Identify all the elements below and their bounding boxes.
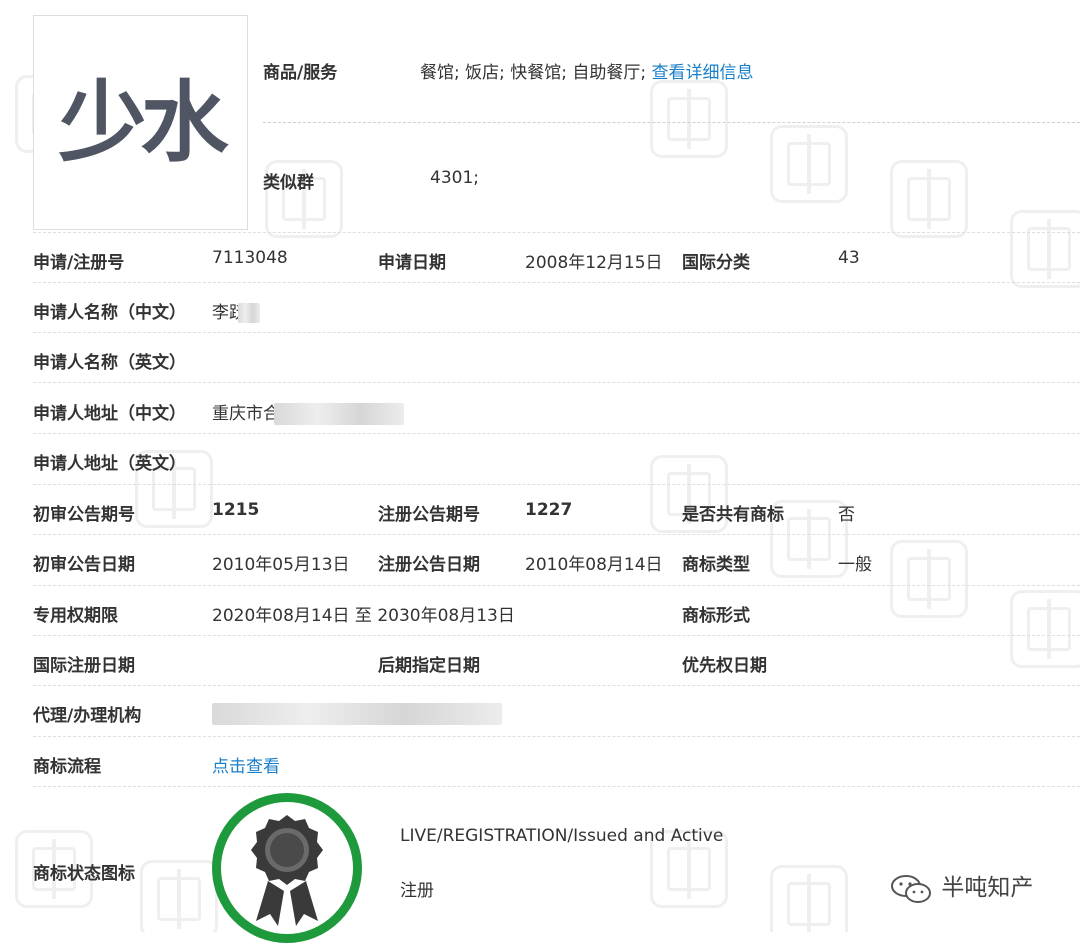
divider bbox=[33, 736, 1080, 737]
intl-class-value: 43 bbox=[838, 248, 860, 268]
trademark-detail: 少水 商品/服务 餐馆; 饭店; 快餐馆; 自助餐厅; 查看详细信息 类似群 4… bbox=[0, 0, 1080, 943]
address-cn-text: 重庆市合 bbox=[212, 404, 280, 424]
agency-label: 代理/办理机构 bbox=[33, 706, 142, 726]
redacted-blur bbox=[212, 703, 502, 725]
type-label: 商标类型 bbox=[682, 555, 750, 575]
similar-group-value: 4301; bbox=[430, 168, 479, 188]
reg-pub-no-label: 注册公告期号 bbox=[378, 505, 480, 525]
divider bbox=[33, 635, 1080, 636]
shared-value: 否 bbox=[838, 505, 855, 525]
priority-date-label: 优先权日期 bbox=[682, 656, 767, 676]
shared-label: 是否共有商标 bbox=[682, 505, 784, 525]
registered-badge-icon bbox=[212, 793, 362, 943]
wechat-icon bbox=[891, 874, 931, 903]
address-en-label: 申请人地址（英文） bbox=[33, 454, 186, 474]
view-flow-link[interactable]: 点击查看 bbox=[212, 752, 280, 777]
prelim-date-value: 2010年05月13日 bbox=[212, 555, 350, 575]
divider bbox=[33, 685, 1080, 686]
reg-pub-date-value: 2010年08月14日 bbox=[525, 555, 663, 575]
address-cn-label: 申请人地址（中文） bbox=[33, 404, 186, 424]
reg-no-value: 7113048 bbox=[212, 248, 288, 268]
applicant-en-label: 申请人名称（英文） bbox=[33, 353, 186, 373]
status-label: 商标状态图标 bbox=[33, 864, 135, 884]
redacted-blur bbox=[238, 303, 260, 323]
divider bbox=[33, 332, 1080, 333]
status-en-text: LIVE/REGISTRATION/Issued and Active bbox=[400, 826, 724, 846]
wechat-brand-text: 半吨知产 bbox=[941, 875, 1034, 901]
divider bbox=[33, 382, 1080, 383]
address-cn-value: 重庆市合 bbox=[212, 399, 404, 425]
trademark-logo-text: 少水 bbox=[58, 70, 228, 174]
flow-label: 商标流程 bbox=[33, 757, 101, 777]
trademark-image: 少水 bbox=[33, 15, 248, 230]
apply-date-label: 申请日期 bbox=[378, 253, 446, 273]
divider bbox=[33, 585, 1080, 586]
reg-pub-date-label: 注册公告日期 bbox=[378, 555, 480, 575]
status-cn-text: 注册 bbox=[400, 881, 434, 901]
divider bbox=[33, 484, 1080, 485]
applicant-cn-label: 申请人名称（中文） bbox=[33, 303, 186, 323]
applicant-cn-value: 李跃 bbox=[212, 298, 260, 323]
divider bbox=[33, 433, 1080, 434]
divider bbox=[33, 786, 1080, 787]
intl-date-label: 国际注册日期 bbox=[33, 656, 135, 676]
later-date-label: 后期指定日期 bbox=[378, 656, 480, 676]
reg-pub-no-value: 1227 bbox=[525, 500, 573, 520]
apply-date-value: 2008年12月15日 bbox=[525, 253, 663, 273]
term-value: 2020年08月14日 至 2030年08月13日 bbox=[212, 606, 515, 626]
goods-label: 商品/服务 bbox=[263, 63, 338, 83]
term-label: 专用权期限 bbox=[33, 606, 118, 626]
form-label: 商标形式 bbox=[682, 606, 750, 626]
wechat-watermark: 半吨知产 bbox=[890, 868, 1033, 904]
divider bbox=[263, 122, 1080, 123]
goods-value: 餐馆; 饭店; 快餐馆; 自助餐厅; 查看详细信息 bbox=[420, 58, 754, 83]
divider bbox=[33, 232, 1080, 233]
prelim-no-label: 初审公告期号 bbox=[33, 505, 135, 525]
award-ribbon-icon bbox=[251, 815, 323, 926]
prelim-date-label: 初审公告日期 bbox=[33, 555, 135, 575]
goods-list: 餐馆; 饭店; 快餐馆; 自助餐厅; bbox=[420, 63, 652, 83]
divider bbox=[33, 282, 1080, 283]
redacted-blur bbox=[274, 403, 404, 425]
divider bbox=[33, 534, 1080, 535]
view-details-link[interactable]: 查看详细信息 bbox=[652, 63, 754, 83]
prelim-no-value: 1215 bbox=[212, 500, 260, 520]
intl-class-label: 国际分类 bbox=[682, 253, 750, 273]
reg-no-label: 申请/注册号 bbox=[33, 253, 125, 273]
type-value: 一般 bbox=[838, 555, 872, 575]
similar-group-label: 类似群 bbox=[263, 173, 314, 193]
